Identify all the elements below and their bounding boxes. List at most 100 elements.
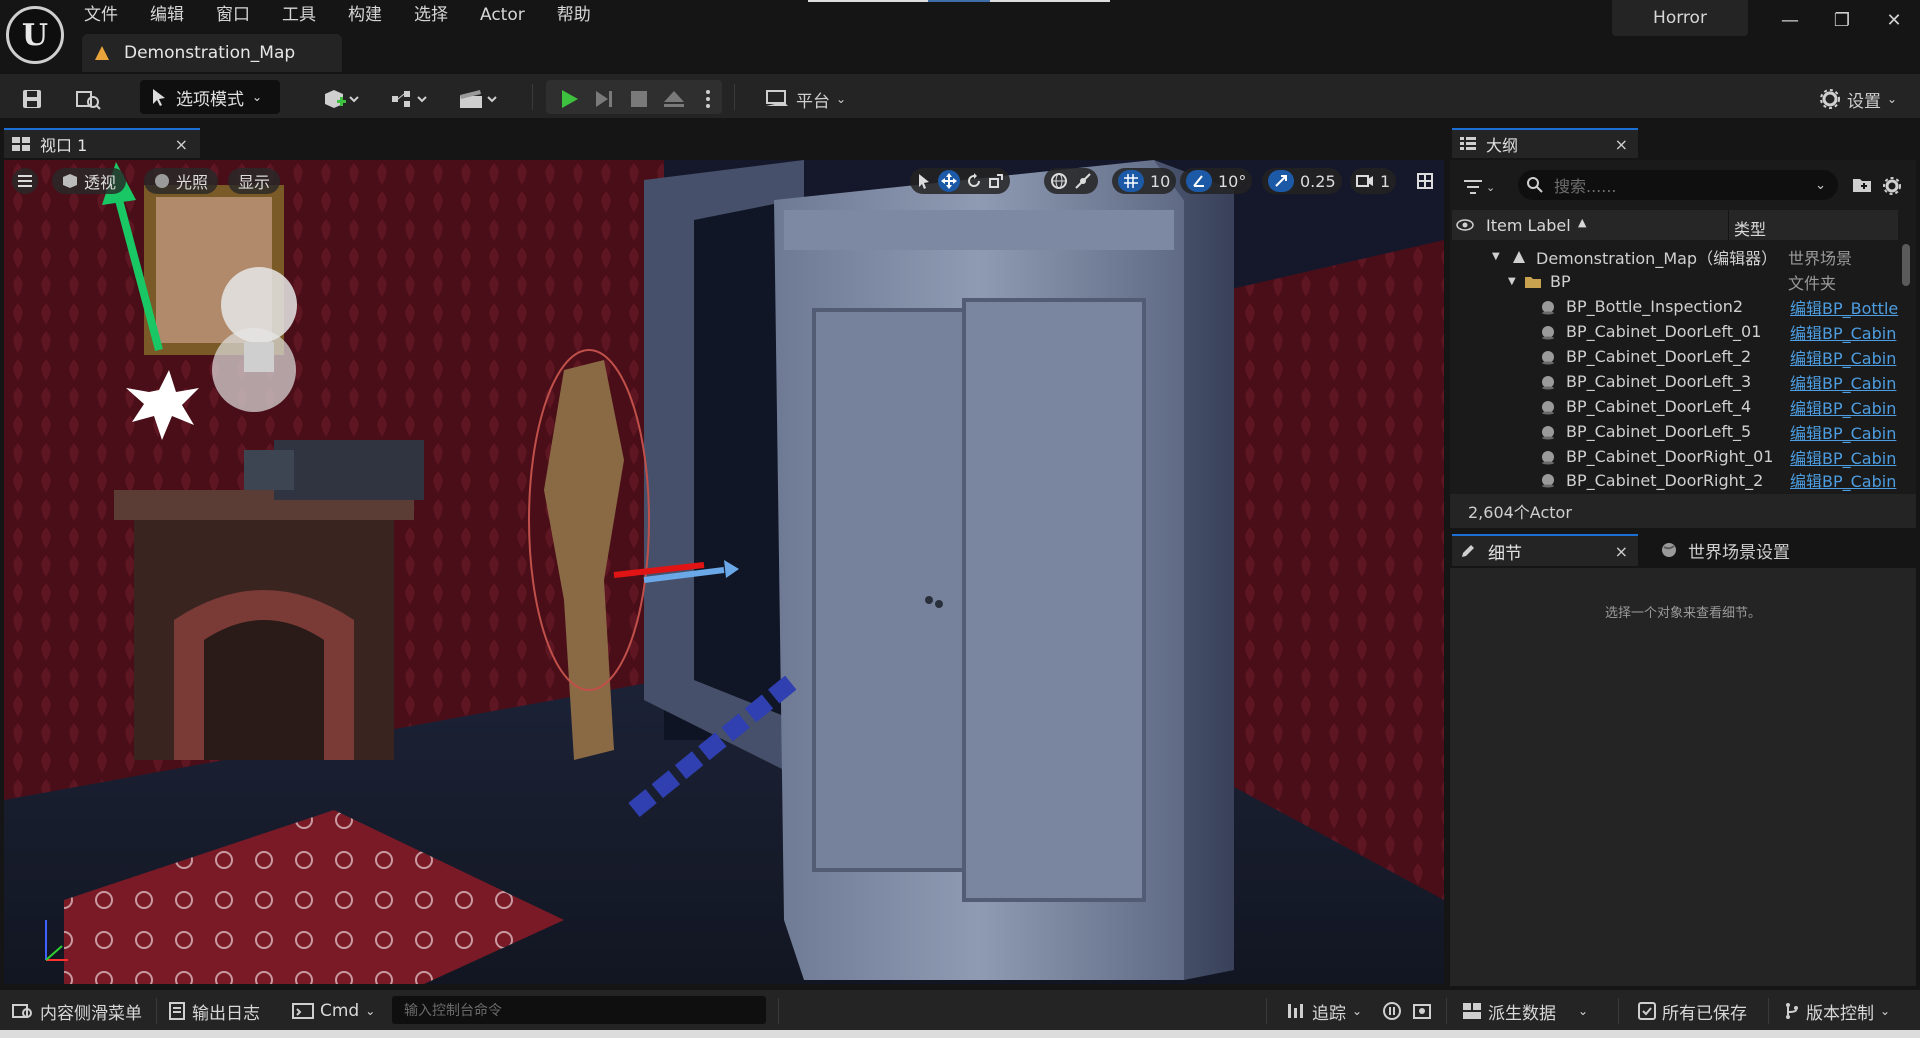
- transform-tools: [910, 168, 1010, 194]
- edit-blueprint-link[interactable]: 编辑BP_Cabin: [1790, 395, 1900, 419]
- selection-mode-dropdown[interactable]: 选项模式 ⌄: [140, 80, 280, 114]
- edit-blueprint-link[interactable]: 编辑BP_Cabin: [1790, 345, 1900, 369]
- document-tab[interactable]: Demonstration_Map: [82, 34, 342, 72]
- cinematics-button[interactable]: [454, 84, 504, 114]
- add-actor-button[interactable]: [318, 84, 366, 114]
- world-space-icon[interactable]: [1050, 172, 1068, 190]
- eye-icon[interactable]: [1456, 219, 1474, 231]
- expand-arrow-icon[interactable]: ▼: [1492, 251, 1500, 262]
- output-log-button[interactable]: 输出日志: [168, 998, 260, 1024]
- menu-edit[interactable]: 编辑: [150, 4, 200, 26]
- menu-tools[interactable]: 工具: [282, 4, 332, 26]
- tree-row-folder[interactable]: ▼ BP 文件夹: [1452, 269, 1898, 294]
- menu-build[interactable]: 构建: [348, 4, 398, 26]
- translate-icon[interactable]: [938, 170, 960, 192]
- surface-snap-icon[interactable]: [1074, 172, 1092, 190]
- viewport-tab[interactable]: 视口 1 ×: [4, 128, 200, 158]
- menu-window[interactable]: 窗口: [216, 4, 266, 26]
- close-icon[interactable]: ×: [175, 135, 188, 154]
- tree-row-actor[interactable]: BP_Cabinet_DoorLeft_3 编辑BP_Cabin: [1452, 369, 1898, 394]
- more-options-icon[interactable]: [698, 84, 718, 114]
- tree-row-label: BP_Cabinet_DoorLeft_2: [1566, 347, 1752, 366]
- camera-speed-control[interactable]: 1: [1350, 168, 1397, 194]
- actor-sphere-icon: [1542, 375, 1554, 389]
- expand-arrow-icon[interactable]: ▼: [1508, 276, 1516, 287]
- browse-content-icon[interactable]: [72, 84, 104, 114]
- tree-row-actor[interactable]: BP_Bottle_Inspection2 编辑BP_Bottle: [1452, 294, 1898, 319]
- source-control-label: 版本控制: [1806, 1003, 1874, 1024]
- close-window-button[interactable]: ✕: [1874, 6, 1914, 34]
- tree-row-label: BP_Cabinet_DoorLeft_3: [1566, 372, 1752, 391]
- eject-icon[interactable]: [660, 84, 688, 114]
- edit-blueprint-link[interactable]: 编辑BP_Cabin: [1790, 420, 1900, 444]
- tree-row-actor[interactable]: BP_Cabinet_DoorLeft_2 编辑BP_Cabin: [1452, 344, 1898, 369]
- edit-blueprint-link[interactable]: 编辑BP_Cabin: [1790, 469, 1898, 491]
- trace-dropdown[interactable]: 追踪 ⌄: [1286, 998, 1362, 1024]
- level-viewport[interactable]: 透视 光照 显示 10 10° 0.25 1: [4, 160, 1444, 984]
- trace-label: 追踪: [1312, 1003, 1346, 1024]
- platforms-dropdown[interactable]: 平台 ⌄: [760, 84, 850, 114]
- derived-data-dropdown[interactable]: 派生数据 ⌄: [1462, 998, 1588, 1024]
- source-control-dropdown[interactable]: 版本控制 ⌄: [1784, 998, 1890, 1024]
- tree-row-actor[interactable]: BP_Cabinet_DoorRight_01 编辑BP_Cabin: [1452, 444, 1898, 469]
- step-icon[interactable]: [590, 84, 616, 114]
- play-icon[interactable]: [556, 84, 582, 114]
- scale-icon[interactable]: [988, 173, 1004, 189]
- lighting-dropdown[interactable]: 光照: [144, 168, 219, 194]
- menu-select[interactable]: 选择: [414, 4, 464, 26]
- unreal-logo-icon[interactable]: U: [6, 6, 64, 64]
- outliner-tab[interactable]: 大纲 ×: [1452, 128, 1638, 158]
- content-drawer-button[interactable]: 内容侧滑菜单: [12, 998, 142, 1024]
- menu-file[interactable]: 文件: [84, 4, 134, 26]
- menu-actor[interactable]: Actor: [480, 4, 541, 26]
- edit-blueprint-link[interactable]: 编辑BP_Bottle: [1790, 295, 1900, 319]
- outliner-scrollbar[interactable]: [1902, 244, 1910, 286]
- screenshot-icon[interactable]: [1412, 1001, 1432, 1021]
- column-item-label[interactable]: Item Label: [1486, 216, 1571, 235]
- scale-snap-control[interactable]: 0.25: [1262, 168, 1342, 194]
- menu-help[interactable]: 帮助: [557, 4, 607, 26]
- cmd-dropdown[interactable]: Cmd ⌄: [292, 998, 375, 1024]
- grid-snap-control[interactable]: 10: [1112, 168, 1177, 194]
- tree-row-label: BP_Cabinet_DoorRight_2: [1566, 470, 1764, 490]
- save-icon[interactable]: [18, 84, 46, 114]
- chevron-down-icon: ⌄: [365, 1004, 376, 1018]
- filter-dropdown[interactable]: ⌄: [1464, 176, 1510, 198]
- tree-row-actor[interactable]: BP_Cabinet_DoorLeft_01 编辑BP_Cabin: [1452, 319, 1898, 344]
- details-tab[interactable]: 细节 ×: [1452, 534, 1638, 566]
- all-saved-label: 所有已保存: [1662, 1003, 1747, 1024]
- rotate-icon[interactable]: [966, 173, 982, 189]
- content-drawer-label: 内容侧滑菜单: [40, 1003, 142, 1024]
- add-folder-icon[interactable]: [1852, 176, 1874, 198]
- minimize-button[interactable]: —: [1770, 6, 1810, 34]
- rotation-snap-control[interactable]: 10°: [1180, 168, 1253, 194]
- world-settings-tab[interactable]: 世界场景设置: [1652, 534, 1852, 566]
- viewport-layout-icon[interactable]: [1412, 168, 1438, 194]
- edit-blueprint-link[interactable]: 编辑BP_Cabin: [1790, 320, 1900, 344]
- stop-icon[interactable]: [626, 84, 652, 114]
- blueprints-button[interactable]: [386, 84, 434, 114]
- edit-blueprint-link[interactable]: 编辑BP_Cabin: [1790, 445, 1900, 469]
- settings-dropdown[interactable]: 设置 ⌄: [1810, 84, 1906, 114]
- close-icon[interactable]: ×: [1615, 135, 1628, 154]
- tree-row-actor[interactable]: BP_Cabinet_DoorLeft_5 编辑BP_Cabin: [1452, 419, 1898, 444]
- gear-icon[interactable]: [1882, 176, 1904, 198]
- tree-row-label: BP_Cabinet_DoorRight_01: [1566, 447, 1774, 466]
- all-saved-button[interactable]: 所有已保存: [1638, 998, 1747, 1024]
- console-command-input[interactable]: 输入控制台命令: [392, 996, 766, 1024]
- close-icon[interactable]: ×: [1615, 542, 1628, 561]
- show-dropdown[interactable]: 显示: [228, 168, 281, 194]
- perspective-dropdown[interactable]: 透视: [52, 168, 127, 194]
- viewport-menu-icon[interactable]: [12, 168, 38, 194]
- tree-row-actor[interactable]: BP_Cabinet_DoorLeft_4 编辑BP_Cabin: [1452, 394, 1898, 419]
- document-tab-label: Demonstration_Map: [124, 43, 296, 63]
- restore-button[interactable]: ❐: [1822, 6, 1862, 34]
- tree-row-actor[interactable]: BP_Cabinet_DoorRight_2 编辑BP_Cabin: [1452, 469, 1898, 491]
- column-type[interactable]: 类型: [1734, 216, 1766, 240]
- select-cursor-icon[interactable]: [916, 173, 932, 189]
- outliner-search-input[interactable]: 搜索...... ⌄: [1518, 170, 1838, 200]
- record-icon[interactable]: [1382, 1001, 1402, 1021]
- tree-row-label: Demonstration_Map（编辑器）: [1536, 248, 1778, 268]
- edit-blueprint-link[interactable]: 编辑BP_Cabin: [1790, 370, 1900, 394]
- tree-row-map[interactable]: ▼ Demonstration_Map（编辑器） 世界场景: [1452, 244, 1898, 269]
